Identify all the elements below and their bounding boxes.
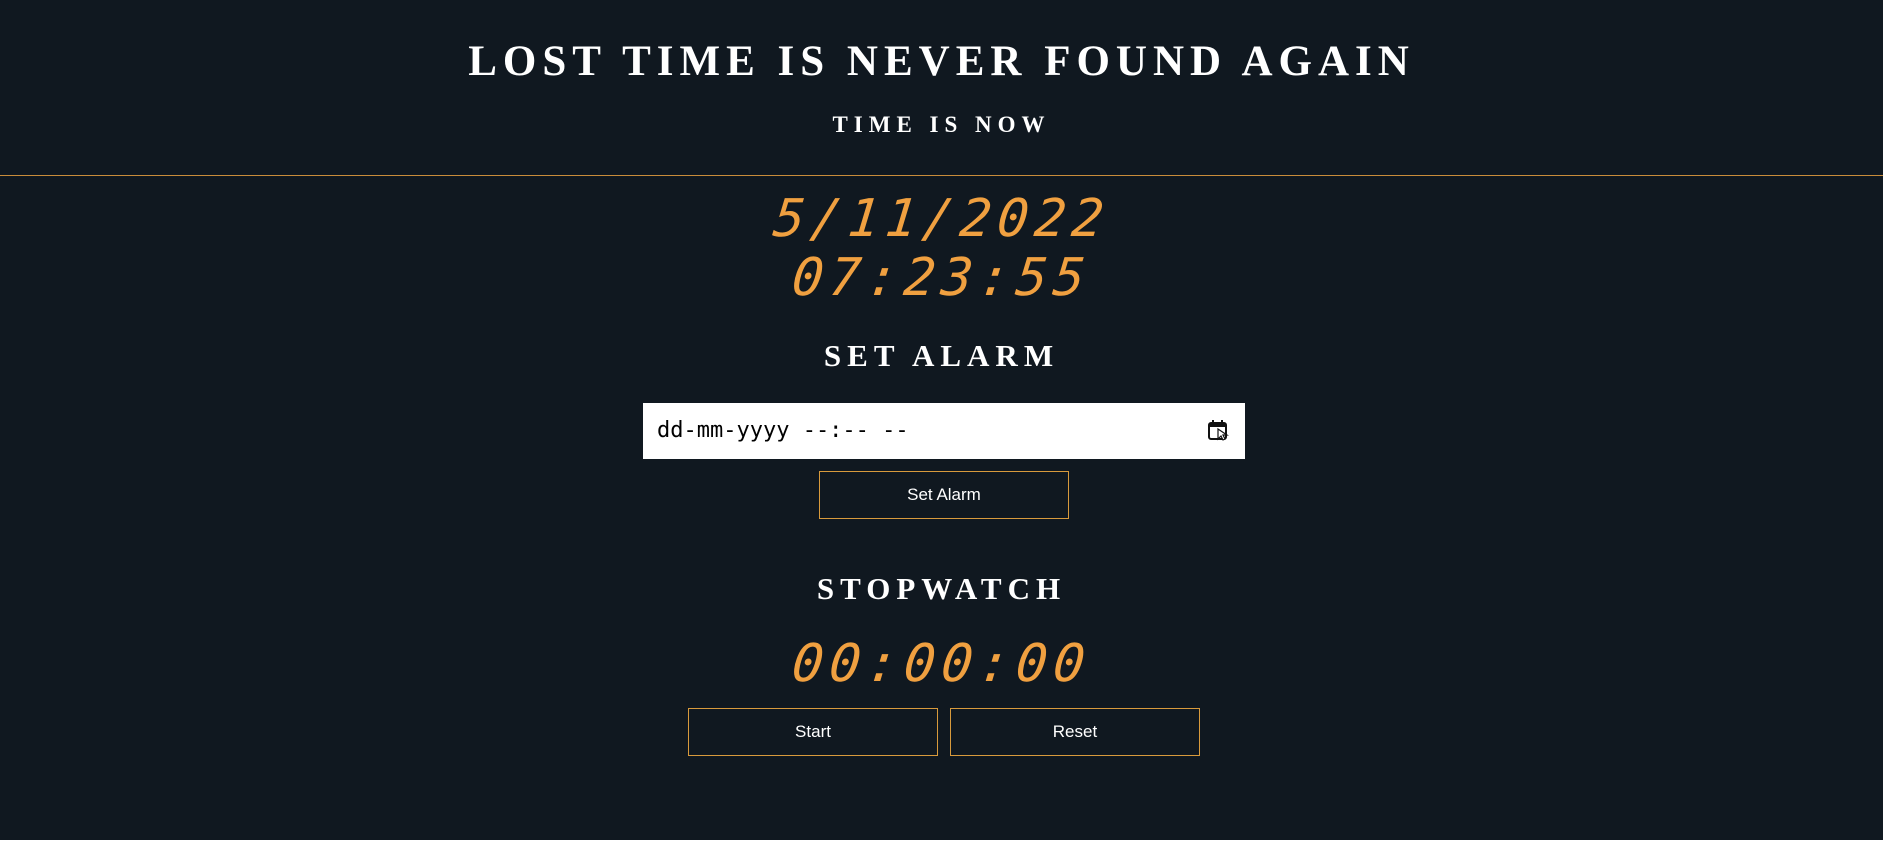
alarm-datetime-placeholder: dd-mm-yyyy --:-- -- — [657, 418, 909, 443]
stopwatch-start-button[interactable]: Start — [688, 708, 938, 756]
stopwatch-display: 00:00:00 — [789, 634, 1094, 694]
set-alarm-heading: SET ALARM — [823, 338, 1060, 373]
clock-app: LOST TIME IS NEVER FOUND AGAIN TIME IS N… — [0, 0, 1883, 840]
page: LOST TIME IS NEVER FOUND AGAIN TIME IS N… — [0, 0, 1883, 842]
set-alarm-button[interactable]: Set Alarm — [819, 471, 1069, 519]
header: LOST TIME IS NEVER FOUND AGAIN TIME IS N… — [0, 0, 1883, 176]
calendar-icon[interactable] — [1207, 419, 1229, 441]
alarm-datetime-input[interactable]: dd-mm-yyyy --:-- -- — [643, 403, 1245, 459]
stopwatch-heading: STOPWATCH — [816, 571, 1067, 606]
current-time-display: 07:23:55 — [789, 248, 1094, 308]
page-title: LOST TIME IS NEVER FOUND AGAIN — [468, 38, 1415, 85]
current-date-display: 5/11/2022 — [770, 189, 1113, 249]
page-subtitle: TIME IS NOW — [832, 112, 1051, 137]
stopwatch-reset-button[interactable]: Reset — [950, 708, 1200, 756]
